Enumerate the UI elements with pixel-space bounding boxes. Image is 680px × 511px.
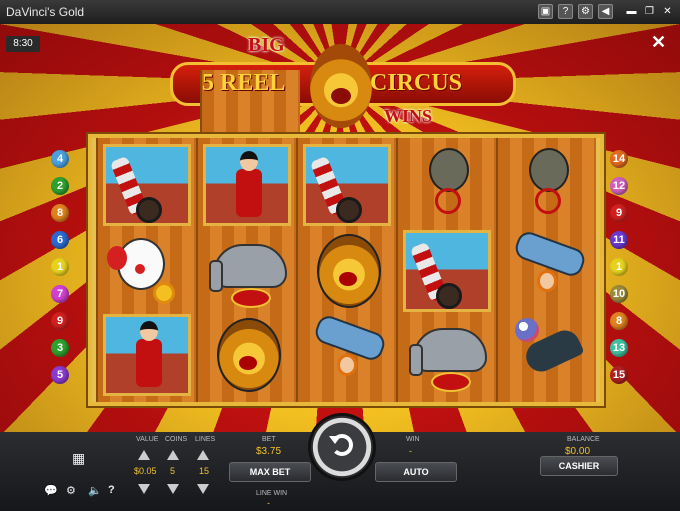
spin-arrow-icon	[329, 434, 353, 456]
coins-display: 5	[170, 466, 176, 476]
payline-right-8[interactable]: 13	[610, 339, 628, 357]
symbol-acrobat	[303, 312, 391, 396]
lines-up-button[interactable]	[197, 450, 209, 460]
coins-label: COINS	[165, 436, 188, 443]
chat-icon[interactable]: 💬	[44, 484, 58, 497]
payline-right-3[interactable]: 9	[610, 204, 628, 222]
symbol-cannon	[403, 230, 491, 312]
symbol-elephant	[403, 314, 491, 396]
payline-right-7[interactable]: 8	[610, 312, 628, 330]
symbol-bear-unicycle	[403, 144, 491, 226]
payline-left-8[interactable]: 3	[51, 339, 69, 357]
game-close-icon[interactable]: ✕	[651, 32, 666, 53]
symbol-bear-unicycle	[503, 144, 591, 226]
payline-left-2[interactable]: 2	[51, 177, 69, 195]
auto-button[interactable]: AUTO	[375, 462, 457, 482]
reel-2[interactable]	[196, 138, 296, 402]
logo-big: BIG	[248, 34, 285, 56]
payline-right-6[interactable]: 10	[610, 285, 628, 303]
payline-left-7[interactable]: 9	[51, 312, 69, 330]
payline-left-1[interactable]: 4	[51, 150, 69, 168]
logo-lion-mouth	[331, 88, 351, 104]
logo-wins: WINS	[384, 106, 433, 126]
symbol-ringmaster	[203, 144, 291, 226]
reel-5[interactable]	[496, 138, 596, 402]
settings-icon[interactable]: ⚙	[578, 4, 593, 19]
symbol-ringmaster	[103, 314, 191, 396]
symbol-cannon	[103, 144, 191, 226]
close-icon[interactable]: ✕	[660, 4, 675, 19]
restore-icon[interactable]: ❐	[642, 4, 657, 19]
symbol-cannon	[303, 144, 391, 226]
game-stage: 8:30 ✕ BIG 5 REEL CIRCUS WINS 428617935 …	[0, 24, 680, 432]
lines-label: LINES	[195, 436, 216, 443]
max-bet-button[interactable]: MAX BET	[229, 462, 311, 482]
window-titlebar: DaVinci's Gold ▣ ? ⚙ ◀ ▬ ❐ ✕	[0, 0, 680, 24]
balance-label: BALANCE	[567, 436, 600, 443]
payline-left-4[interactable]: 6	[51, 231, 69, 249]
settings-icon[interactable]: ⚙	[66, 484, 76, 497]
lines-down-button[interactable]	[197, 484, 209, 494]
reels-frame[interactable]	[88, 134, 604, 406]
payline-left-5[interactable]: 1	[51, 258, 69, 276]
paytable-icon[interactable]: ▦	[72, 450, 85, 467]
symbol-acrobat	[503, 228, 591, 312]
logo-lion-icon	[310, 44, 372, 128]
payline-right-5[interactable]: 1	[610, 258, 628, 276]
coins-down-button[interactable]	[167, 484, 179, 494]
sound-icon[interactable]: ◀	[598, 4, 613, 19]
reel-1[interactable]	[96, 138, 196, 402]
value-up-button[interactable]	[138, 450, 150, 460]
window-title: DaVinci's Gold	[6, 5, 85, 19]
spin-button[interactable]	[311, 416, 373, 478]
game-logo: BIG 5 REEL CIRCUS WINS	[170, 30, 516, 334]
lines-display: 15	[199, 466, 210, 476]
symbol-lion	[203, 314, 291, 396]
bet-display: $3.75	[256, 446, 282, 457]
symbol-elephant	[203, 230, 291, 312]
payline-left-6[interactable]: 7	[51, 285, 69, 303]
win-label: WIN	[406, 436, 420, 443]
cashier-button[interactable]: CASHIER	[540, 456, 618, 476]
value-display: $0.05	[134, 466, 157, 476]
payline-right-2[interactable]: 12	[610, 177, 628, 195]
bet-label: BET	[262, 436, 276, 443]
symbol-lion	[303, 230, 391, 312]
reel-3[interactable]	[296, 138, 396, 402]
cashier-icon[interactable]: ▣	[538, 4, 553, 19]
payline-right-4[interactable]: 11	[610, 231, 628, 249]
clock: 8:30	[6, 36, 40, 52]
payline-left-3[interactable]: 8	[51, 204, 69, 222]
reel-4[interactable]	[396, 138, 496, 402]
help-icon[interactable]: ?	[558, 4, 573, 19]
coins-up-button[interactable]	[167, 450, 179, 460]
line-win-display: -	[267, 498, 270, 508]
payline-right-9[interactable]: 15	[610, 366, 628, 384]
logo-circus: CIRCUS	[370, 70, 463, 96]
help-icon[interactable]: ?	[108, 484, 115, 496]
line-win-label: LINE WIN	[256, 490, 288, 497]
value-down-button[interactable]	[138, 484, 150, 494]
win-display: -	[409, 446, 412, 456]
symbol-clown	[103, 230, 191, 312]
symbol-seal	[503, 314, 591, 396]
payline-right-1[interactable]: 14	[610, 150, 628, 168]
payline-left-9[interactable]: 5	[51, 366, 69, 384]
minimize-icon[interactable]: ▬	[624, 4, 639, 19]
sound-icon[interactable]: 🔈	[88, 484, 102, 497]
value-label: VALUE	[136, 436, 159, 443]
